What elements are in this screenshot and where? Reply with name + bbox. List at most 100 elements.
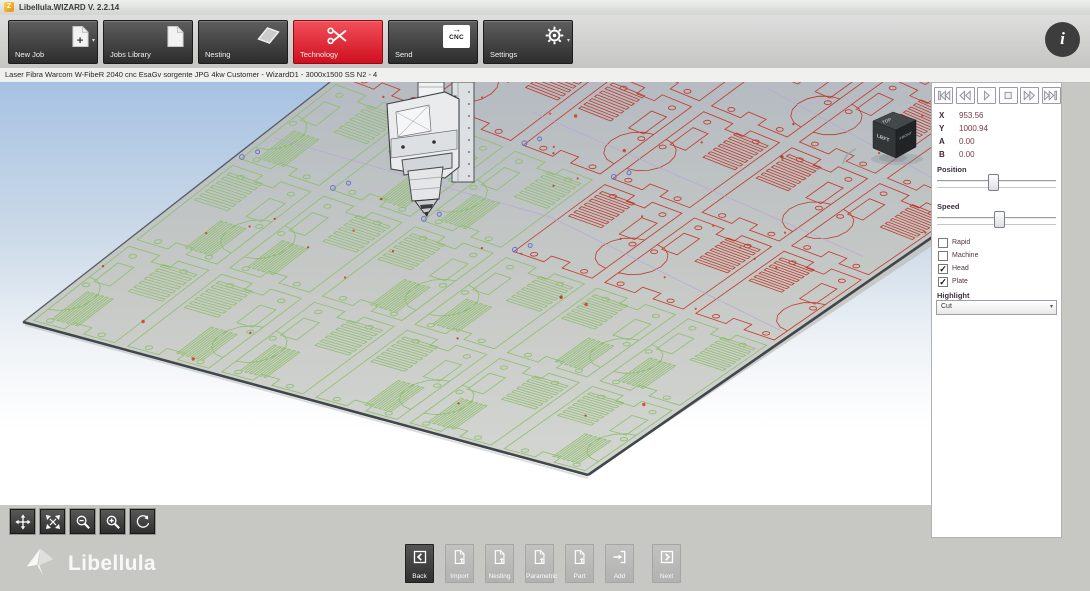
- coord-value: 1000.94: [959, 124, 988, 133]
- checkbox-label: Plate: [952, 278, 968, 285]
- part-document-icon: [572, 549, 587, 568]
- wizard-next-button[interactable]: Next: [652, 544, 681, 583]
- brand-name: Libellula: [68, 552, 156, 576]
- coord-value: 953.56: [959, 111, 983, 120]
- machine-checkbox[interactable]: [938, 251, 948, 261]
- toolbar-button-nesting[interactable]: Nesting: [198, 20, 288, 64]
- toolbar-button-jobs-library[interactable]: Jobs Library: [103, 20, 193, 64]
- playback-skip-start-button[interactable]: [934, 87, 953, 104]
- coord-label: X: [939, 111, 959, 120]
- wizard-parametric-button[interactable]: Parametric: [525, 544, 554, 583]
- coord-x: X953.56: [939, 111, 983, 123]
- nav-label: Back: [406, 573, 433, 580]
- info-button[interactable]: i: [1045, 22, 1080, 57]
- chevron-down-icon: ▾: [1050, 303, 1053, 311]
- fit-view-button[interactable]: [40, 509, 65, 534]
- coord-value: 0.00: [959, 137, 975, 146]
- pan-view-button[interactable]: [10, 509, 35, 534]
- nav-label: Add: [606, 573, 633, 580]
- highlight-selected-value: Cut: [941, 301, 952, 313]
- toolbar-button-label: New Job: [15, 50, 44, 59]
- rapid-checkbox[interactable]: [938, 238, 948, 248]
- nav-label: Nesting: [486, 573, 513, 580]
- coord-label: A: [939, 137, 959, 146]
- sheet-icon: [257, 25, 280, 51]
- dropdown-caret-icon[interactable]: ▾: [92, 37, 95, 44]
- coord-a: A0.00: [939, 137, 975, 149]
- zoom-in-button[interactable]: [100, 509, 125, 534]
- app-icon: Z: [4, 2, 14, 12]
- main-toolbar: + ▾ New Job Jobs Library Nesting Technol…: [0, 15, 1090, 69]
- reset-view-button[interactable]: [130, 509, 155, 534]
- toolbar-button-new-job[interactable]: + ▾ New Job: [8, 20, 98, 64]
- nav-label: Import: [446, 573, 473, 580]
- head-checkbox[interactable]: ✓: [938, 264, 948, 274]
- add-icon: [612, 549, 628, 568]
- coord-b: B0.00: [939, 150, 975, 162]
- next-icon: [659, 549, 675, 568]
- coord-value: 0.00: [959, 150, 975, 159]
- toolbar-button-label: Technology: [300, 50, 338, 59]
- dropdown-caret-icon[interactable]: ▾: [567, 37, 570, 44]
- speed-slider-thumb[interactable]: [994, 211, 1005, 228]
- wizard-add-button[interactable]: Add: [605, 544, 634, 583]
- scissors-icon: [327, 27, 349, 51]
- cnc-icon: → CNC: [443, 25, 470, 48]
- nav-label: Part: [566, 573, 593, 580]
- toolbar-button-label: Settings: [490, 50, 517, 59]
- highlight-label: Highlight: [937, 291, 970, 300]
- checkbox-label: Rapid: [952, 239, 970, 246]
- cnc-arrow-glyph: →: [443, 25, 470, 34]
- viewport-3d[interactable]: TOP LEFT FRONT: [0, 82, 931, 505]
- speed-slider[interactable]: [937, 211, 1056, 229]
- position-label: Position: [937, 165, 967, 174]
- gear-icon: [544, 25, 565, 51]
- checkbox-label: Machine: [952, 252, 978, 259]
- toolbar-button-technology[interactable]: Technology: [293, 20, 383, 64]
- view-tools: [10, 509, 155, 534]
- coord-y: Y1000.94: [939, 124, 988, 136]
- wizard-part-button[interactable]: Part: [565, 544, 594, 583]
- playback-skip-end-button[interactable]: [1042, 87, 1061, 104]
- playback-fast-forward-button[interactable]: [1020, 87, 1039, 104]
- toolbar-button-label: Nesting: [205, 50, 230, 59]
- checkbox-label: Head: [952, 265, 969, 272]
- scene-svg: TOP LEFT FRONT: [0, 82, 931, 505]
- wizard-import-button[interactable]: Import: [445, 544, 474, 583]
- brand-logo: Libellula: [24, 545, 156, 582]
- position-slider[interactable]: [937, 174, 1056, 192]
- playback-stop-button[interactable]: [999, 87, 1018, 104]
- cnc-text-glyph: CNC: [443, 34, 470, 41]
- toolbar-button-send[interactable]: → CNC Send: [388, 20, 478, 64]
- speed-label: Speed: [937, 202, 960, 211]
- nesting-document-icon: [492, 549, 507, 568]
- app-window: Z Libellula.WIZARD V. 2.2.14 + ▾ New Job…: [0, 0, 1090, 591]
- zoom-out-button[interactable]: [70, 509, 95, 534]
- position-slider-thumb[interactable]: [988, 174, 999, 191]
- wizard-back-button[interactable]: Back: [405, 544, 434, 583]
- playback-rewind-button[interactable]: [956, 87, 975, 104]
- document-icon: [166, 25, 185, 53]
- parametric-document-icon: [532, 549, 547, 568]
- highlight-dropdown[interactable]: Cut ▾: [936, 300, 1057, 315]
- toolbar-button-label: Send: [395, 50, 413, 59]
- import-document-icon: [452, 549, 467, 568]
- simulation-panel: X953.56 Y1000.94 A0.00 B0.00 Position Sp…: [931, 82, 1062, 538]
- wizard-nesting-button[interactable]: Nesting: [485, 544, 514, 583]
- job-status-bar: Laser Fibra Warcom W-FibeR 2040 cnc EsaG…: [0, 68, 1090, 83]
- nav-label: Parametric: [526, 573, 553, 580]
- window-titlebar: Z Libellula.WIZARD V. 2.2.14: [0, 0, 1090, 16]
- toolbar-button-settings[interactable]: ▾ Settings: [483, 20, 573, 64]
- nav-label: Next: [653, 573, 680, 580]
- dragonfly-icon: [24, 545, 60, 582]
- job-description: Laser Fibra Warcom W-FibeR 2040 cnc EsaG…: [5, 68, 377, 81]
- back-icon: [412, 549, 428, 568]
- plate-checkbox[interactable]: ✓: [938, 277, 948, 287]
- toolbar-button-label: Jobs Library: [110, 50, 151, 59]
- window-title: Libellula.WIZARD V. 2.2.14: [19, 3, 119, 12]
- svg-text:+: +: [77, 35, 84, 47]
- coord-label: Y: [939, 124, 959, 133]
- coord-label: B: [939, 150, 959, 159]
- playback-play-button[interactable]: [977, 87, 996, 104]
- new-document-icon: +: [71, 25, 90, 53]
